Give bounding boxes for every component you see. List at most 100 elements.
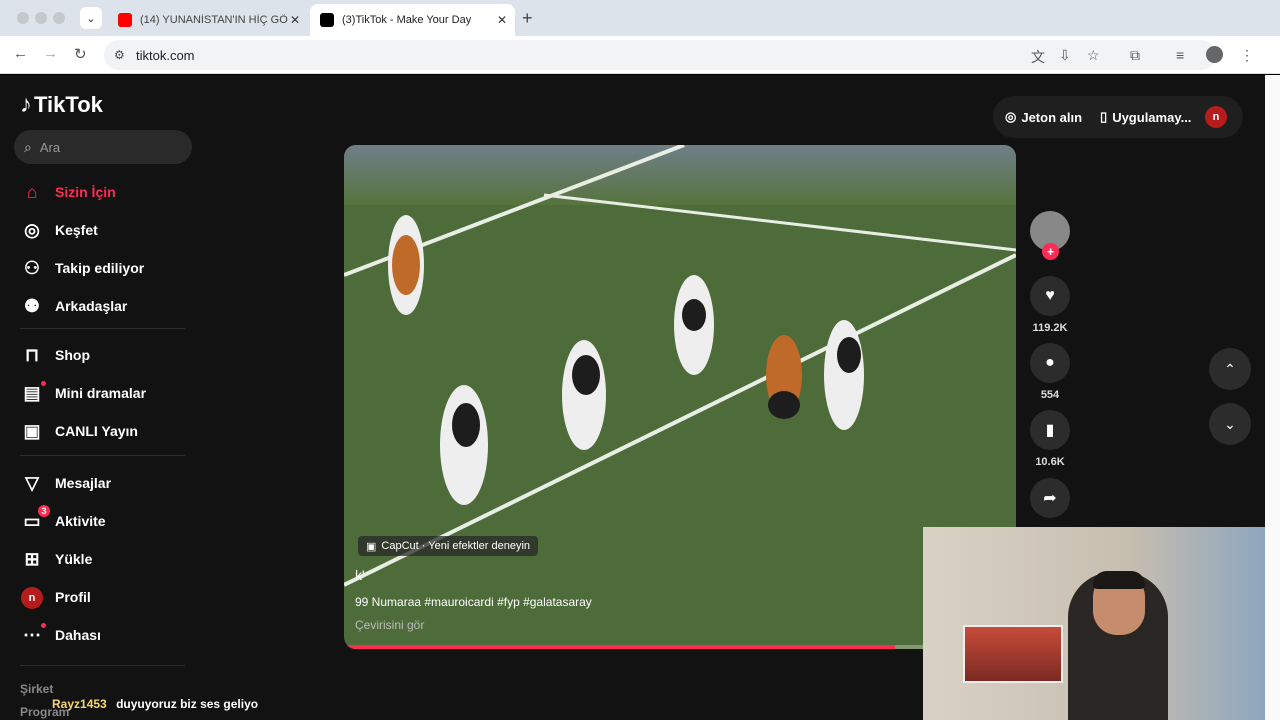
nav-item-activity[interactable]: ▭ 3 Aktivite bbox=[20, 504, 106, 534]
profile-avatar-icon: n bbox=[20, 585, 44, 609]
video-description[interactable]: 99 Numaraa #mauroicardi #fyp #galatasara… bbox=[355, 595, 592, 609]
video-title: k' bbox=[355, 567, 365, 583]
phone-icon: ▯ bbox=[1100, 109, 1108, 124]
nav-label: Mini dramalar bbox=[55, 385, 147, 401]
close-window-button[interactable] bbox=[17, 12, 29, 24]
nav-label: Keşfet bbox=[55, 222, 98, 238]
following-icon: ⚇ bbox=[23, 257, 41, 278]
nav-item-for-you[interactable]: ⌂ Sizin İçin bbox=[20, 179, 116, 205]
install-app-icon[interactable]: ⇩ bbox=[1059, 47, 1071, 64]
capcut-label: CapCut · Yeni efektler deneyin bbox=[381, 540, 531, 552]
friends-icon: ⚉ bbox=[23, 295, 41, 316]
nav-item-explore[interactable]: ◎ Keşfet bbox=[20, 217, 98, 243]
page-scrollbar[interactable] bbox=[1265, 75, 1280, 720]
bookmark-star-icon[interactable]: ☆ bbox=[1087, 47, 1100, 64]
nav-label: Takip ediliyor bbox=[55, 260, 145, 276]
browser-menu-icon[interactable]: ⋮ bbox=[1240, 47, 1254, 64]
notification-dot bbox=[41, 380, 46, 386]
chat-message: Rayz1453 duyuyoruz biz ses geliyo bbox=[52, 697, 258, 711]
nav-item-profile[interactable]: n Profil bbox=[20, 584, 91, 610]
browser-tab-youtube[interactable]: (14) YUNANİSTAN'IN HİÇ GÖ ✕ bbox=[108, 4, 308, 36]
more-icon: ⋯ bbox=[20, 622, 46, 646]
chat-username: Rayz1453 bbox=[52, 697, 107, 711]
like-count: 119.2K bbox=[1032, 322, 1068, 334]
get-app-button[interactable]: ▯ Uygulamay... bbox=[1100, 109, 1191, 125]
nav-label: CANLI Yayın bbox=[55, 423, 138, 439]
url-text[interactable]: tiktok.com bbox=[136, 48, 195, 63]
nav-divider bbox=[20, 328, 185, 329]
wall-poster bbox=[963, 625, 1063, 683]
nav-divider bbox=[20, 665, 185, 666]
search-input[interactable]: ⌕ Ara bbox=[14, 130, 192, 164]
nav-item-more[interactable]: ⋯ Dahası bbox=[20, 622, 101, 648]
reload-icon[interactable]: ↻ bbox=[74, 45, 87, 63]
activity-badge: 3 bbox=[38, 504, 50, 517]
live-icon: ▣ bbox=[23, 420, 41, 441]
messages-icon: ▽ bbox=[25, 472, 39, 493]
home-icon: ⌂ bbox=[26, 181, 38, 202]
video-player[interactable]: ▣ CapCut · Yeni efektler deneyin k' 99 N… bbox=[344, 145, 1016, 649]
nav-item-live[interactable]: ▣ CANLI Yayın bbox=[20, 418, 138, 444]
extensions-icon[interactable]: ⧉ bbox=[1130, 47, 1140, 64]
chevron-down-icon: ⌄ bbox=[86, 12, 96, 25]
forward-arrow-icon[interactable]: → bbox=[43, 45, 58, 62]
new-tab-button[interactable]: + bbox=[522, 8, 533, 29]
logo-text: TikTok bbox=[34, 92, 103, 117]
back-arrow-icon[interactable]: ← bbox=[13, 45, 28, 62]
nav-item-messages[interactable]: ▽ Mesajlar bbox=[20, 470, 111, 496]
next-video-button[interactable]: ⌄ bbox=[1209, 403, 1251, 445]
nav-item-friends[interactable]: ⚉ Arkadaşlar bbox=[20, 293, 127, 319]
nav-item-upload[interactable]: ⊞ Yükle bbox=[20, 546, 92, 572]
comment-action[interactable]: ● 554 bbox=[1030, 343, 1070, 401]
youtube-favicon-icon bbox=[118, 13, 132, 27]
upload-icon: ⊞ bbox=[24, 548, 40, 569]
header-actions: ◎ Jeton alın ▯ Uygulamay... n bbox=[993, 96, 1243, 138]
close-tab-icon[interactable]: ✕ bbox=[290, 13, 300, 27]
save-count: 10.6K bbox=[1035, 456, 1065, 468]
browser-tab-tiktok[interactable]: (3)TikTok - Make Your Day ✕ bbox=[310, 4, 515, 36]
get-coins-button[interactable]: ◎ Jeton alın bbox=[1005, 109, 1082, 125]
shop-icon: ⊓ bbox=[24, 344, 40, 365]
tab-search-button[interactable]: ⌄ bbox=[80, 7, 102, 29]
address-bar[interactable]: ⚙ tiktok.com bbox=[104, 40, 1216, 70]
browser-tab-bar: ⌄ (14) YUNANİSTAN'IN HİÇ GÖ ✕ (3)TikTok … bbox=[0, 0, 1280, 36]
chevron-down-icon: ⌄ bbox=[1224, 415, 1236, 432]
share-action[interactable]: ➦ bbox=[1030, 478, 1070, 518]
maximize-window-button[interactable] bbox=[53, 12, 65, 24]
nav-item-mini-dramas[interactable]: ▤ Mini dramalar bbox=[20, 380, 146, 406]
tab-title: (14) YUNANİSTAN'IN HİÇ GÖ bbox=[140, 14, 288, 26]
search-icon: ⌕ bbox=[24, 138, 32, 155]
save-action[interactable]: ▮ 10.6K bbox=[1030, 410, 1070, 468]
capcut-effect-link[interactable]: ▣ CapCut · Yeni efektler deneyin bbox=[358, 536, 539, 556]
app-label: Uygulamay... bbox=[1112, 109, 1192, 125]
tiktok-note-icon: ♪ bbox=[20, 91, 32, 118]
like-action[interactable]: ♥ 119.2K bbox=[1030, 276, 1070, 334]
follow-plus-icon[interactable]: + bbox=[1042, 243, 1059, 260]
minimize-window-button[interactable] bbox=[35, 12, 47, 24]
nav-label: Aktivite bbox=[55, 513, 106, 529]
site-settings-icon[interactable]: ⚙ bbox=[114, 48, 128, 62]
browser-profile-avatar[interactable] bbox=[1206, 46, 1223, 63]
reading-list-icon[interactable]: ≡ bbox=[1176, 47, 1184, 63]
nav-label: Mesajlar bbox=[55, 475, 112, 491]
capcut-icon: ▣ bbox=[366, 540, 377, 553]
header-profile-avatar[interactable]: n bbox=[1205, 106, 1227, 128]
profile-avatar-letter: n bbox=[21, 587, 43, 609]
bookmark-icon: ▮ bbox=[1030, 410, 1070, 450]
nav-label: Profil bbox=[55, 589, 91, 605]
nav-label: Dahası bbox=[55, 627, 101, 643]
see-translation-link[interactable]: Çevirisini gör bbox=[355, 618, 424, 632]
streamer-hair bbox=[1093, 571, 1145, 589]
footer-link-company[interactable]: Şirket bbox=[20, 682, 53, 696]
translate-icon[interactable]: 文 bbox=[1031, 47, 1045, 67]
chevron-up-icon: ⌃ bbox=[1224, 360, 1236, 377]
nav-item-following[interactable]: ⚇ Takip ediliyor bbox=[20, 255, 144, 281]
nav-label: Sizin İçin bbox=[55, 184, 116, 200]
previous-video-button[interactable]: ⌃ bbox=[1209, 348, 1251, 390]
nav-item-shop[interactable]: ⊓ Shop bbox=[20, 342, 90, 368]
heart-icon: ♥ bbox=[1030, 276, 1070, 316]
search-placeholder: Ara bbox=[39, 139, 61, 155]
tiktok-logo[interactable]: ♪ TikTok bbox=[20, 91, 103, 119]
close-tab-icon[interactable]: ✕ bbox=[497, 13, 507, 27]
comment-icon: ● bbox=[1030, 343, 1070, 383]
